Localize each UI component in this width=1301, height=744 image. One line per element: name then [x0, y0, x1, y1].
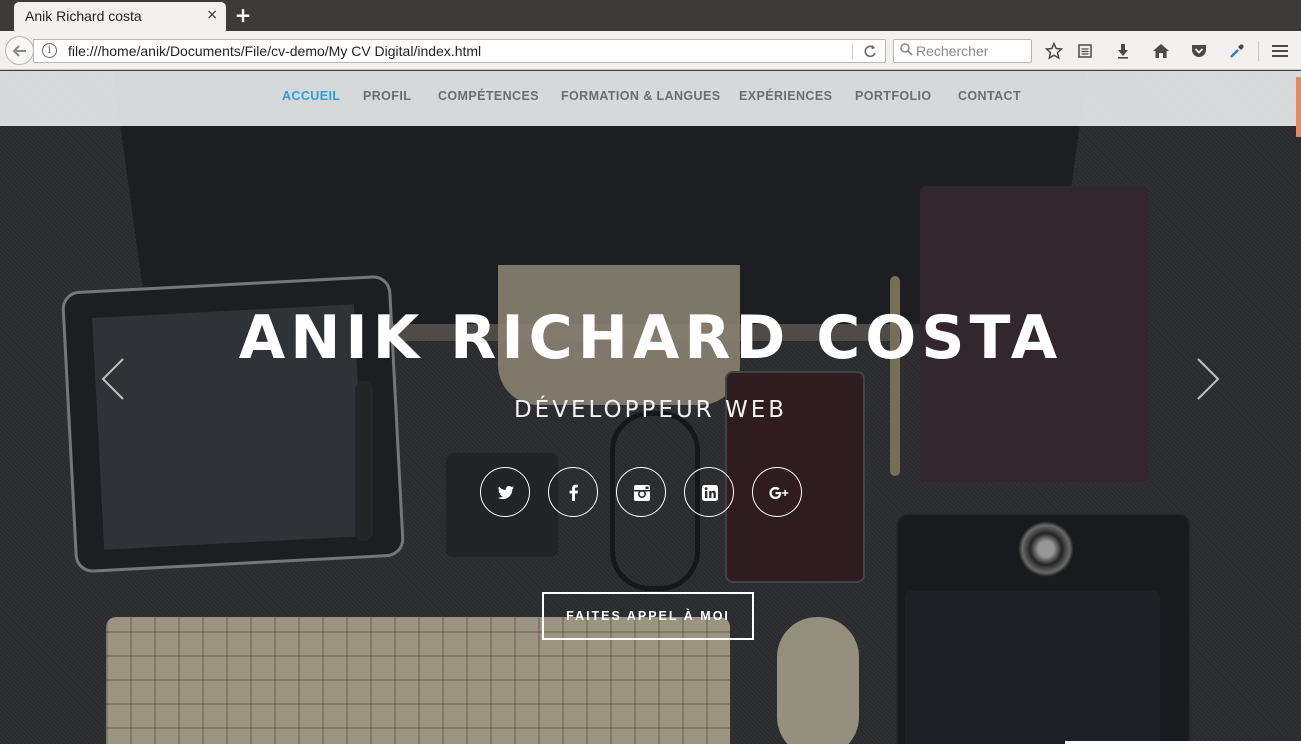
home-icon[interactable]: [1149, 39, 1173, 63]
bookmark-star-icon[interactable]: [1042, 39, 1066, 63]
info-icon[interactable]: i: [42, 43, 57, 58]
search-icon: [900, 43, 913, 60]
nav-item-accueil[interactable]: ACCUEIL: [282, 89, 340, 103]
navigation-toolbar: i file:///home/anik/Documents/File/cv-de…: [0, 31, 1301, 70]
google-plus-icon[interactable]: [752, 467, 802, 517]
url-text[interactable]: file:///home/anik/Documents/File/cv-demo…: [68, 43, 481, 59]
eyedropper-icon[interactable]: [1225, 39, 1249, 63]
back-button[interactable]: [5, 36, 34, 65]
page-scrollbar-thumb[interactable]: [1296, 77, 1301, 137]
nav-item-profil[interactable]: PROFIL: [363, 89, 411, 103]
hero-name: ANIK RICHARD COSTA: [238, 303, 1063, 373]
nav-item-competences[interactable]: COMPÉTENCES: [438, 89, 539, 103]
instagram-icon[interactable]: [616, 467, 666, 517]
nav-item-formation-langues[interactable]: FORMATION & LANGUES: [561, 89, 720, 103]
reading-list-icon[interactable]: [1073, 39, 1097, 63]
site-navbar: ACCUEIL PROFIL COMPÉTENCES FORMATION & L…: [0, 71, 1301, 126]
url-divider: [852, 44, 853, 59]
hero-role: DÉVELOPPEUR WEB: [513, 397, 788, 423]
search-bar[interactable]: [893, 39, 1032, 63]
linkedin-icon[interactable]: [684, 467, 734, 517]
menu-icon[interactable]: [1268, 39, 1292, 63]
nav-item-experiences[interactable]: EXPÉRIENCES: [739, 89, 832, 103]
browser-tab[interactable]: Anik Richard costa ×: [14, 2, 226, 31]
toolbar-divider: [1258, 41, 1259, 61]
new-tab-button[interactable]: +: [233, 3, 253, 27]
tab-strip: Anik Richard costa × +: [0, 0, 1301, 31]
search-input[interactable]: [916, 41, 1028, 61]
download-icon[interactable]: [1111, 39, 1135, 63]
page-viewport: ACCUEIL PROFIL COMPÉTENCES FORMATION & L…: [0, 71, 1301, 744]
twitter-icon[interactable]: [480, 467, 530, 517]
call-to-action-button[interactable]: FAITES APPEL À MOI: [542, 592, 754, 640]
facebook-icon[interactable]: [548, 467, 598, 517]
pocket-icon[interactable]: [1187, 39, 1211, 63]
url-bar[interactable]: i file:///home/anik/Documents/File/cv-de…: [33, 39, 886, 63]
reload-icon[interactable]: [863, 41, 877, 65]
nav-item-portfolio[interactable]: PORTFOLIO: [855, 89, 932, 103]
nav-item-contact[interactable]: CONTACT: [958, 89, 1021, 103]
close-tab-icon[interactable]: ×: [206, 7, 218, 23]
tab-title: Anik Richard costa: [25, 8, 142, 24]
